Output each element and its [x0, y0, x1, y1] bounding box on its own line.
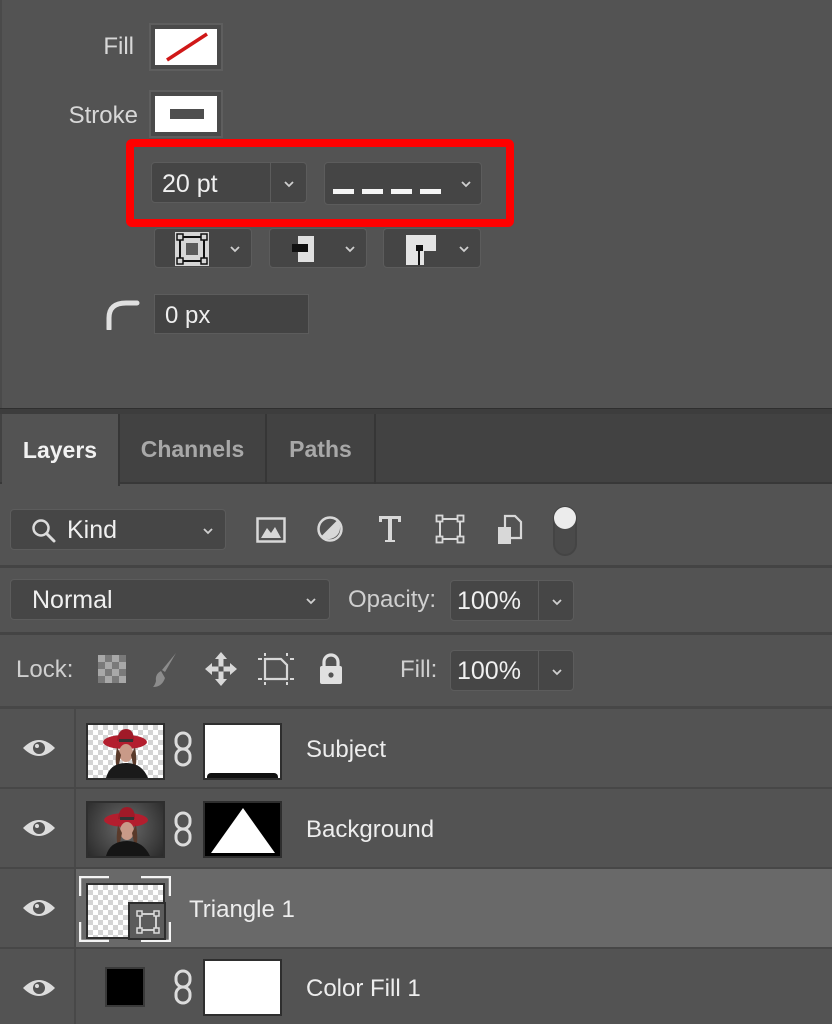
- layer-row-subject[interactable]: Subject: [0, 709, 832, 787]
- stroke-type-dropdown[interactable]: [324, 162, 482, 205]
- fill-opacity-field[interactable]: 100%: [450, 650, 574, 691]
- stroke-color-icon: [155, 96, 217, 132]
- layer-name: Triangle 1: [189, 896, 295, 923]
- filter-toggle[interactable]: [553, 506, 577, 556]
- stroke-width-value: 20 pt: [162, 170, 218, 198]
- corner-radius-value: 0 px: [165, 302, 211, 329]
- visibility-toggle[interactable]: [0, 949, 76, 1024]
- lock-all-icon[interactable]: [318, 653, 344, 690]
- layer-thumbnail: [86, 723, 165, 780]
- type-filter-icon[interactable]: [377, 514, 403, 549]
- visibility-toggle[interactable]: [0, 869, 76, 947]
- chevron-down-icon: [202, 525, 214, 537]
- corner-radius-input[interactable]: 0 px: [154, 294, 309, 334]
- opacity-field[interactable]: 100%: [450, 580, 574, 621]
- lock-artboard-icon[interactable]: [258, 653, 294, 690]
- layer-thumbnail: [86, 801, 165, 858]
- adjustment-filter-icon[interactable]: [316, 515, 344, 548]
- corner-radius-icon: [106, 298, 140, 335]
- shape-filter-icon[interactable]: [435, 514, 465, 549]
- fill-label: Fill: [103, 33, 134, 60]
- stroke-swatch[interactable]: [149, 90, 223, 138]
- chevron-down-icon: [460, 178, 472, 190]
- panel-tabs: Layers Channels Paths: [0, 414, 832, 486]
- search-icon: [31, 518, 57, 549]
- properties-panel: Fill Stroke 20 pt 0 px: [0, 0, 832, 408]
- lock-label: Lock:: [16, 656, 74, 683]
- row-divider: [0, 565, 832, 568]
- shape-layer-badge: [128, 902, 166, 940]
- chevron-down-icon: [458, 243, 470, 255]
- image-filter-icon[interactable]: [256, 517, 286, 548]
- visibility-toggle[interactable]: [0, 709, 76, 787]
- row-divider: [0, 632, 832, 635]
- tab-layers[interactable]: Layers: [2, 414, 120, 486]
- chevron-down-icon[interactable]: [551, 596, 563, 608]
- layer-name: Background: [306, 816, 435, 843]
- smart-object-filter-icon[interactable]: [497, 514, 523, 551]
- blend-mode-value: Normal: [32, 586, 113, 614]
- fill-color-thumbnail[interactable]: [105, 967, 145, 1007]
- opacity-value: 100%: [457, 587, 521, 615]
- link-icon[interactable]: [173, 969, 193, 1010]
- layer-mask-thumbnail[interactable]: [203, 801, 282, 858]
- layer-mask-thumbnail[interactable]: [203, 723, 282, 780]
- chevron-down-icon: [229, 243, 241, 255]
- link-icon[interactable]: [173, 811, 193, 852]
- stroke-label: Stroke: [68, 102, 138, 129]
- chevron-down-icon: [344, 243, 356, 255]
- kind-filter-label: Kind: [67, 516, 118, 544]
- visibility-toggle[interactable]: [0, 789, 76, 867]
- shape-icon: [136, 910, 160, 934]
- link-icon[interactable]: [173, 731, 193, 772]
- layer-name: Color Fill 1: [306, 975, 421, 1002]
- kind-filter-dropdown[interactable]: Kind: [10, 509, 226, 550]
- chevron-down-icon[interactable]: [551, 666, 563, 678]
- dashed-line-icon: [333, 182, 443, 200]
- opacity-label: Opacity:: [348, 586, 437, 613]
- layer-mask-thumbnail[interactable]: [203, 959, 282, 1016]
- stroke-align-inside-icon: [175, 232, 209, 271]
- stroke-corner-icon: [406, 235, 436, 270]
- tab-paths[interactable]: Paths: [267, 414, 376, 484]
- stroke-corner-dropdown[interactable]: [383, 228, 481, 268]
- lock-position-icon[interactable]: [205, 652, 237, 691]
- blend-mode-dropdown[interactable]: Normal: [10, 579, 330, 620]
- fill-opacity-value: 100%: [457, 657, 521, 685]
- layer-name: Subject: [306, 736, 387, 763]
- tab-channels[interactable]: Channels: [120, 414, 267, 484]
- fill-swatch[interactable]: [149, 23, 223, 71]
- stroke-cap-dropdown[interactable]: [269, 228, 367, 268]
- eye-icon: [23, 820, 55, 836]
- lock-image-pixels-icon[interactable]: [152, 652, 178, 693]
- eye-icon: [23, 740, 55, 756]
- toggle-knob: [554, 507, 576, 529]
- layer-row-background[interactable]: Background: [0, 789, 832, 867]
- no-fill-icon: [155, 29, 217, 65]
- layer-row-color-fill-1[interactable]: Color Fill 1: [0, 949, 832, 1024]
- lock-transparent-pixels-icon[interactable]: [98, 655, 126, 688]
- eye-icon: [23, 980, 55, 996]
- stroke-align-dropdown[interactable]: [154, 228, 252, 268]
- stroke-cap-icon: [292, 236, 316, 267]
- eye-icon: [23, 900, 55, 916]
- chevron-down-icon[interactable]: [283, 178, 295, 190]
- fill-opacity-label: Fill:: [400, 656, 438, 683]
- chevron-down-icon: [305, 595, 317, 607]
- stroke-width-field[interactable]: 20 pt: [151, 162, 307, 203]
- layer-row-triangle-1[interactable]: Triangle 1: [0, 869, 832, 947]
